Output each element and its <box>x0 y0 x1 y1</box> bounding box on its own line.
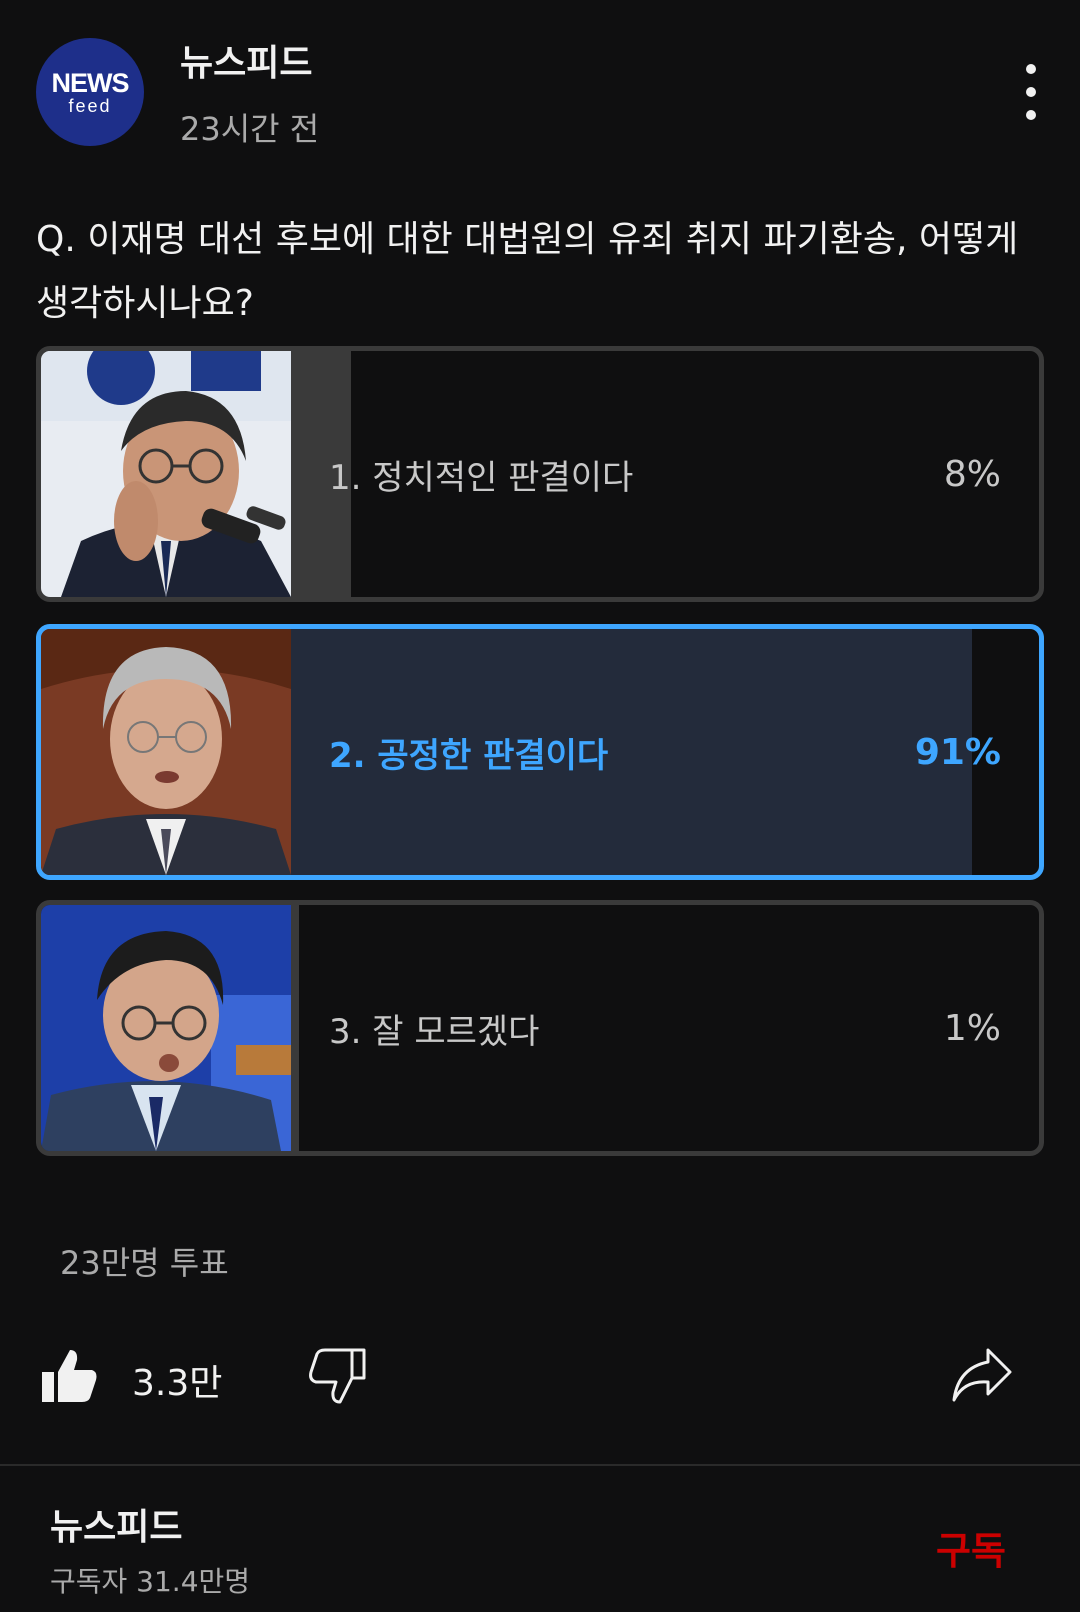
poll-option-1[interactable]: 1. 정치적인 판결이다 8% <box>36 346 1044 602</box>
poll-option-percent: 8% <box>943 453 1001 495</box>
thumbs-up-icon[interactable] <box>40 1346 100 1406</box>
logo-text-news: NEWS <box>51 67 130 98</box>
more-vert-icon[interactable] <box>1016 64 1046 120</box>
poll-option-percent: 1% <box>943 1007 1001 1049</box>
poll-option-label: 1. 정치적인 판결이다 <box>329 457 634 498</box>
like-count: 3.3만 <box>132 1363 223 1404</box>
logo-text-feed: feed <box>68 95 112 116</box>
footer-channel-name[interactable]: 뉴스피드 <box>50 1498 182 1550</box>
vote-count: 23만명 투표 <box>60 1244 229 1282</box>
post-time: 23시간 전 <box>180 110 320 148</box>
channel-name[interactable]: 뉴스피드 <box>180 34 312 86</box>
poll-option-image <box>41 629 291 875</box>
subscribe-button[interactable]: 구독 <box>936 1520 1006 1575</box>
subscriber-count: 구독자 31.4만명 <box>50 1565 251 1598</box>
poll-option-image <box>41 905 291 1151</box>
poll-option-3[interactable]: 3. 잘 모르겠다 1% <box>36 900 1044 1156</box>
post-header: NEWS feed 뉴스피드 23시간 전 <box>0 0 1080 170</box>
share-icon[interactable] <box>950 1344 1014 1404</box>
thumbs-down-icon[interactable] <box>306 1346 366 1406</box>
poll-question: Q. 이재명 대선 후보에 대한 대법원의 유죄 취지 파기환송, 어떻게 생각… <box>36 219 1019 324</box>
poll-option-percent: 91% <box>914 731 1001 773</box>
poll-option-label: 3. 잘 모르겠다 <box>329 1011 540 1052</box>
poll-option-label: 2. 공정한 판결이다 <box>329 735 609 776</box>
channel-avatar[interactable]: NEWS feed <box>36 38 144 146</box>
divider <box>0 1464 1080 1466</box>
poll-option-2[interactable]: 2. 공정한 판결이다 91% <box>36 624 1044 880</box>
poll-option-fill <box>291 905 299 1151</box>
action-bar: 3.3만 <box>0 1340 1080 1420</box>
poll-option-image <box>41 351 291 597</box>
